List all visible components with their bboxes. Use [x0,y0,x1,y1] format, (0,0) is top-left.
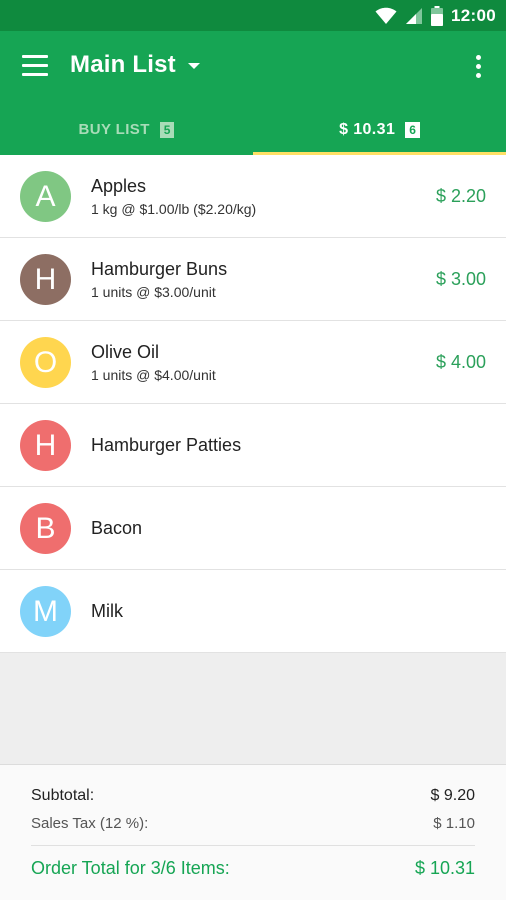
item-detail: 1 units @ $3.00/unit [91,284,216,300]
clock: 12:00 [451,6,496,25]
item-detail: 1 kg @ $1.00/lb ($2.20/kg) [91,201,257,217]
tab-label: BUY LIST [78,121,150,138]
wifi-icon [375,7,397,24]
overflow-icon[interactable] [474,55,482,79]
tab-cart-total[interactable]: $ 10.31 6 [253,104,506,155]
item-name: Olive Oil [91,342,160,362]
status-icons: 12:00 [375,5,496,27]
subtotal-label: Subtotal: [31,787,95,804]
list-item[interactable]: H Hamburger Buns 1 units @ $3.00/unit $ … [0,238,506,321]
menu-icon[interactable] [22,55,48,77]
avatar: H [20,420,71,471]
item-text: Olive Oil 1 units @ $4.00/unit [91,321,216,404]
list-item[interactable]: B Bacon [0,487,506,570]
item-name: Hamburger Patties [91,435,242,455]
signal-icon [406,8,423,24]
total-row: Order Total for 3/6 Items: $ 10.31 [31,858,475,879]
subtotal-row: Subtotal: $ 9.20 [31,787,475,805]
tab-label: $ 10.31 [339,120,396,138]
list-item[interactable]: O Olive Oil 1 units @ $4.00/unit $ 4.00 [0,321,506,404]
tab-bar: BUY LIST 5 $ 10.31 6 [0,104,506,155]
item-text: Hamburger Buns 1 units @ $3.00/unit [91,238,227,321]
item-text: Hamburger Patties [91,404,241,487]
item-name: Bacon [91,518,143,538]
avatar: H [20,254,71,305]
tax-row: Sales Tax (12 %): $ 1.10 [31,815,475,832]
item-name: Hamburger Buns [91,259,228,279]
item-price: $ 4.00 [435,352,486,372]
list-item[interactable]: A Apples 1 kg @ $1.00/lb ($2.20/kg) $ 2.… [0,155,506,238]
avatar: M [20,586,71,637]
tax-label: Sales Tax (12 %): [31,815,149,832]
list-selector[interactable]: Main List [70,51,200,79]
tab-buy-list[interactable]: BUY LIST 5 [0,104,253,155]
item-name: Apples [91,176,147,196]
order-summary: Subtotal: $ 9.20 Sales Tax (12 %): $ 1.1… [0,764,506,900]
item-text: Apples 1 kg @ $1.00/lb ($2.20/kg) [91,155,256,238]
status-bar: 12:00 [0,0,506,31]
list-item[interactable]: M Milk [0,570,506,653]
total-label: Order Total for 3/6 Items: [31,858,230,878]
subtotal-value: $ 9.20 [430,787,475,804]
avatar: B [20,503,71,554]
battery-icon [431,6,444,26]
item-detail: 1 units @ $4.00/unit [91,367,216,383]
tab-badge: 5 [159,121,175,138]
item-price: $ 3.00 [435,269,486,289]
app-toolbar: Main List [0,31,506,104]
item-name: Milk [91,601,123,621]
total-value: $ 10.31 [414,858,475,878]
item-text: Milk [91,570,123,653]
item-list: A Apples 1 kg @ $1.00/lb ($2.20/kg) $ 2.… [0,155,506,653]
tab-badge: 6 [405,121,420,138]
avatar: A [20,171,71,222]
list-item[interactable]: H Hamburger Patties [0,404,506,487]
item-text: Bacon [91,487,142,570]
avatar: O [20,337,71,388]
page-title: Main List [70,51,176,78]
dropdown-icon [187,63,200,69]
item-price: $ 2.20 [435,186,486,206]
divider [31,845,475,846]
tax-value: $ 1.10 [433,815,475,832]
